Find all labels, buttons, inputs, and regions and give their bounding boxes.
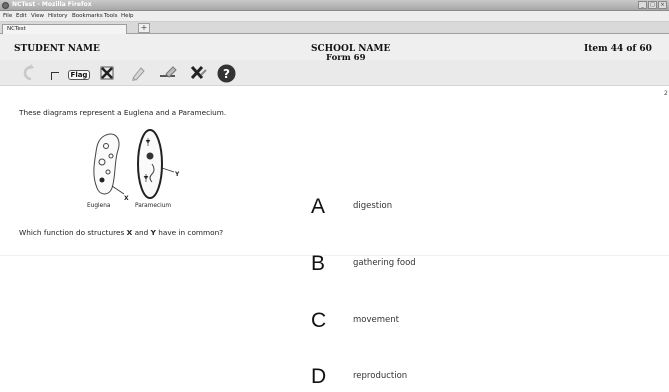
cross-off-icon[interactable]	[98, 64, 116, 82]
menu-view[interactable]: View	[31, 13, 44, 19]
window-title: NCTest - Mozilla Firefox	[12, 1, 92, 8]
tab-nctest[interactable]: NCTest	[2, 24, 127, 34]
choice-letter: B	[311, 252, 326, 275]
test-header: STUDENT NAME SCHOOL NAME Form 69 Item 44…	[0, 34, 669, 63]
help-icon[interactable]: ?	[216, 64, 236, 82]
menu-edit[interactable]: Edit	[16, 13, 27, 19]
euglena-drawing	[93, 133, 125, 195]
window-titlebar: NCTest - Mozilla Firefox _ □ ×	[0, 0, 669, 11]
choice-text: digestion	[353, 201, 393, 211]
prompt-text-2: and	[132, 228, 151, 237]
menu-bar: File Edit View History Bookmarks Tools H…	[0, 11, 669, 22]
firefox-icon	[2, 2, 9, 9]
tab-strip: NCTest +	[0, 22, 669, 34]
test-toolbar: Flag ?	[0, 60, 669, 86]
label-y: Y	[174, 171, 180, 178]
scroll-indicator[interactable]: 2	[664, 90, 668, 97]
flag-checkbox[interactable]	[50, 64, 60, 82]
flag-label: Flag	[67, 70, 91, 80]
choice-b[interactable]: B gathering food	[311, 252, 416, 275]
student-name: STUDENT NAME	[14, 44, 100, 54]
paramecium-label: Paramecium	[135, 203, 172, 209]
eliminate-choice-icon[interactable]	[188, 64, 208, 82]
question-stem: These diagrams represent a Euglena and a…	[19, 108, 227, 117]
eraser-icon[interactable]	[157, 64, 179, 82]
choice-text: gathering food	[353, 258, 416, 268]
close-button[interactable]: ×	[658, 1, 667, 9]
menu-help[interactable]: Help	[121, 13, 134, 19]
choice-d[interactable]: D reproduction	[311, 365, 407, 388]
question-prompt: Which function do structures X and Y hav…	[19, 228, 223, 237]
minimize-button[interactable]: _	[638, 1, 647, 9]
choice-text: reproduction	[353, 371, 408, 381]
tab-label: NCTest	[7, 26, 26, 32]
flag-button[interactable]: Flag	[67, 64, 91, 82]
choice-c[interactable]: C movement	[311, 309, 399, 332]
new-tab-button[interactable]: +	[138, 23, 150, 33]
highlighter-icon[interactable]	[128, 64, 148, 82]
choice-letter: D	[311, 365, 327, 388]
window-controls: _ □ ×	[638, 1, 667, 9]
choice-letter: C	[311, 309, 327, 332]
checkbox-corner-icon	[51, 71, 59, 80]
prompt-text-3: have in common?	[155, 228, 224, 237]
choice-a[interactable]: A digestion	[311, 195, 392, 218]
euglena-label: Euglena	[87, 203, 111, 209]
menu-file[interactable]: File	[3, 13, 12, 19]
organism-diagram: X Y	[78, 128, 188, 207]
back-arrow-icon[interactable]	[18, 64, 38, 82]
menu-bookmarks[interactable]: Bookmarks	[72, 13, 103, 19]
choice-text: movement	[353, 315, 399, 325]
maximize-button[interactable]: □	[648, 1, 657, 9]
menu-tools[interactable]: Tools	[104, 13, 118, 19]
menu-history[interactable]: History	[48, 13, 68, 19]
paramecium-drawing	[137, 129, 175, 199]
choice-letter: A	[311, 195, 326, 218]
svg-text:?: ?	[223, 67, 230, 81]
prompt-text-1: Which function do structures	[19, 228, 127, 237]
item-counter: Item 44 of 60	[584, 44, 652, 54]
label-x: X	[124, 195, 129, 202]
